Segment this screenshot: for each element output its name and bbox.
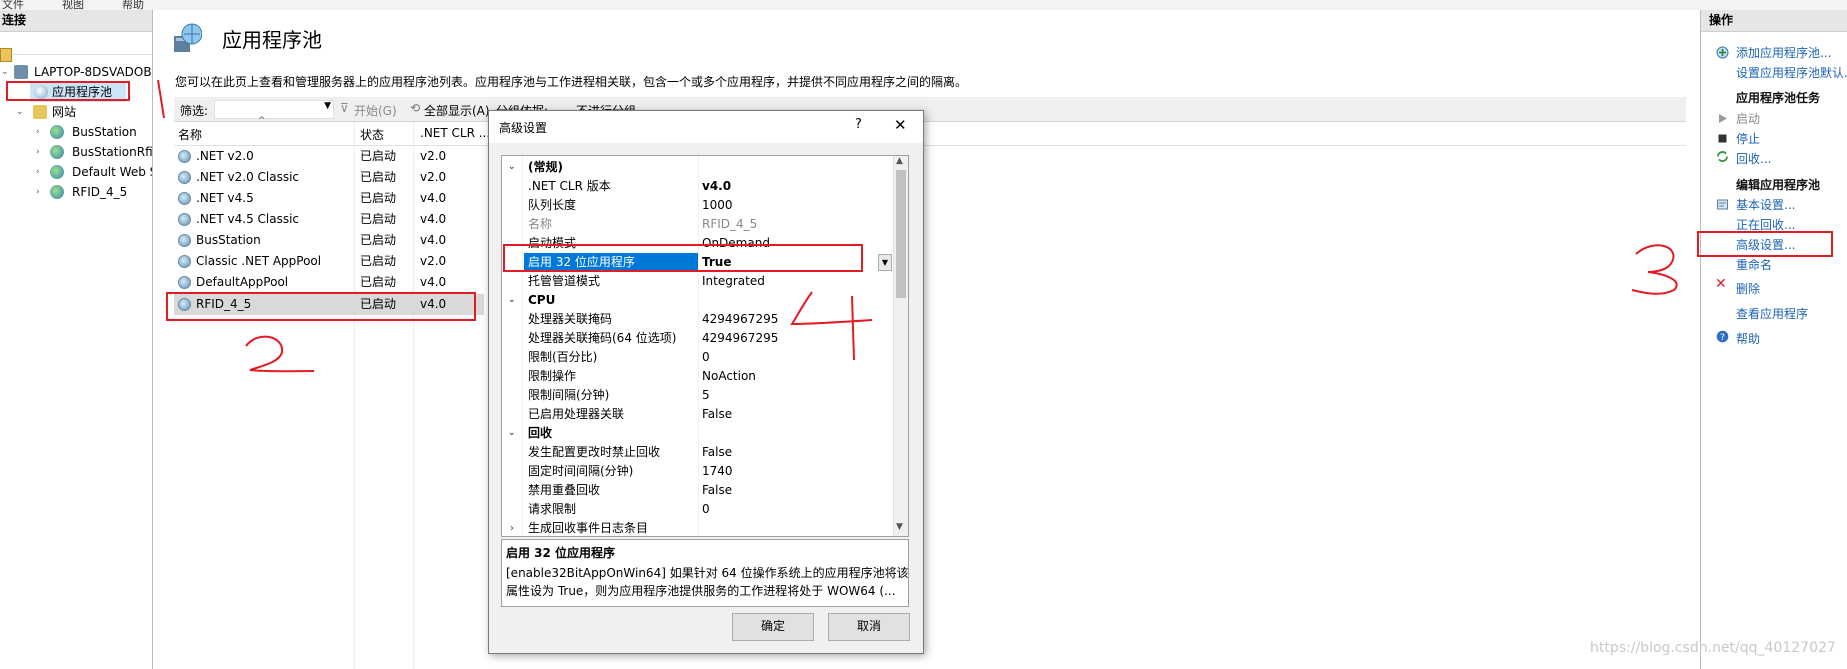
- watermark: https://blog.csdn.net/qq_40127027: [1590, 640, 1836, 656]
- handwritten-annotations: [157, 79, 1678, 373]
